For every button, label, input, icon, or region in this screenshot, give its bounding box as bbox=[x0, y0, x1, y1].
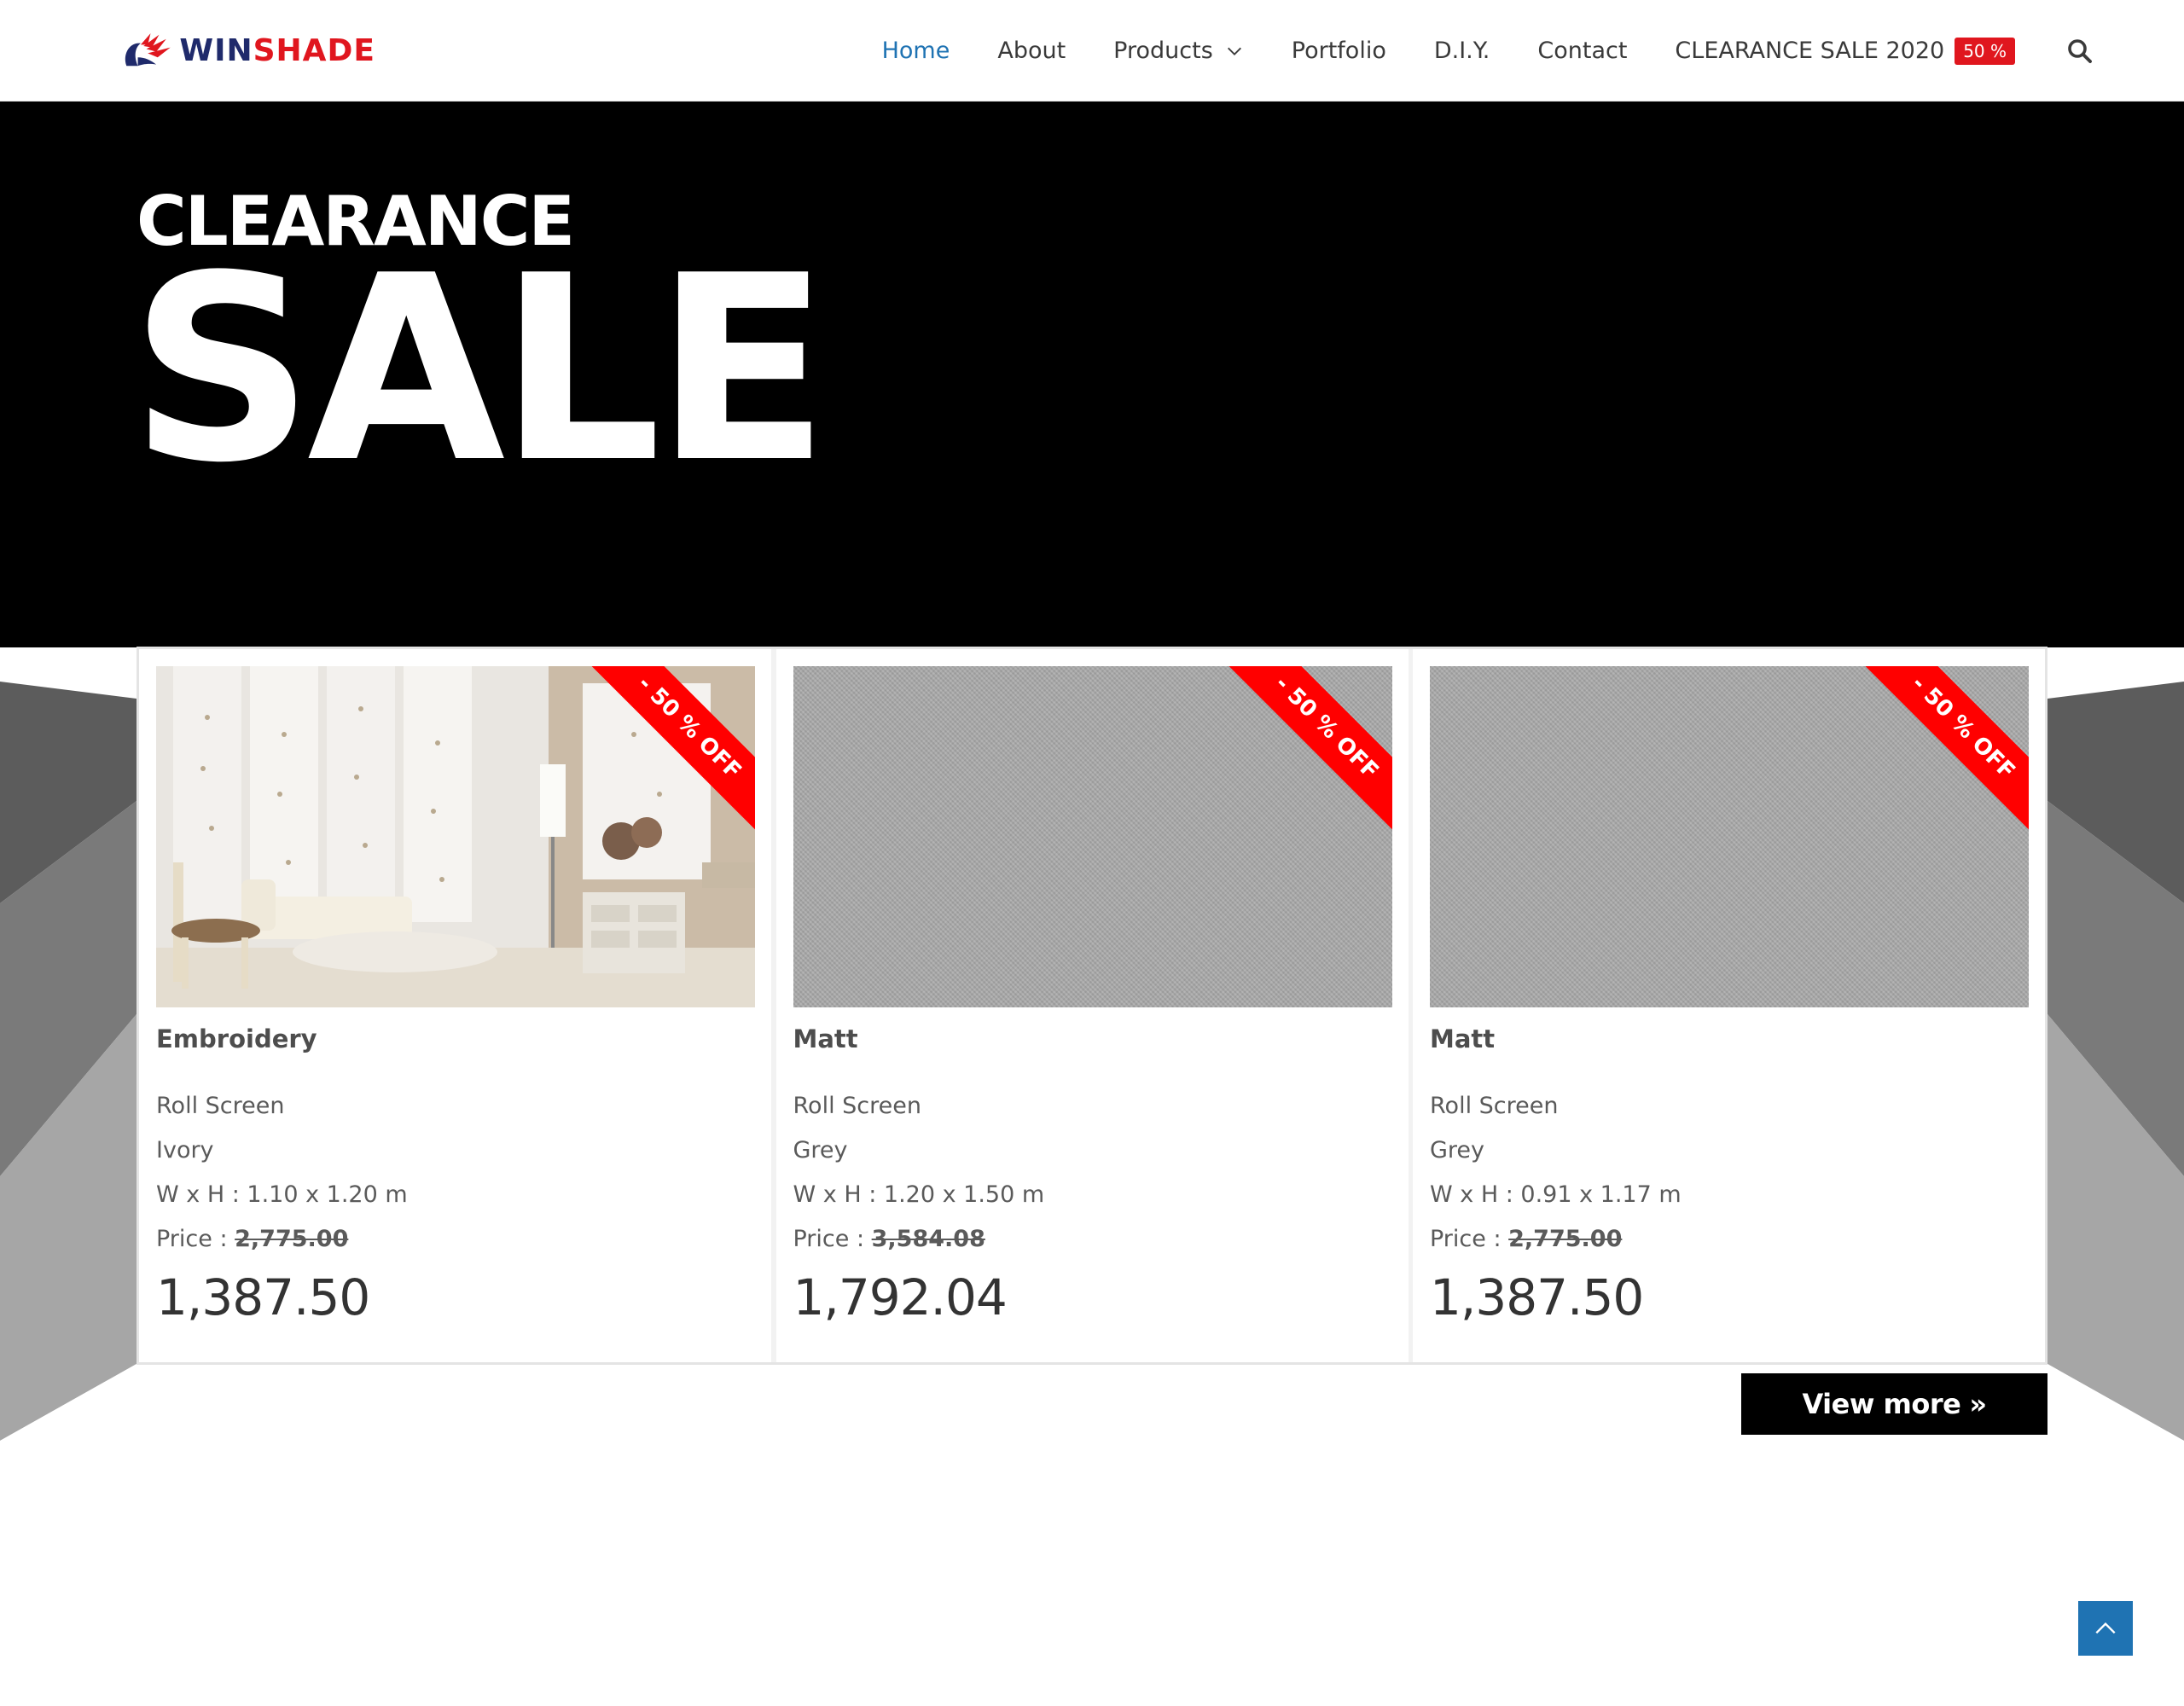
double-chevron-right-icon: » bbox=[1969, 1388, 1987, 1420]
scroll-to-top-button[interactable] bbox=[2078, 1601, 2133, 1656]
price-label: Price : bbox=[156, 1226, 235, 1252]
hero-heading-sale: SALE bbox=[130, 221, 829, 519]
site-logo[interactable]: WINSHADE bbox=[119, 20, 375, 80]
nav-item-label: About bbox=[997, 38, 1066, 64]
product-card[interactable]: - 50 % OFF Embroidery Roll Screen Ivory … bbox=[139, 649, 771, 1362]
product-image[interactable]: - 50 % OFF bbox=[793, 666, 1392, 1007]
logo-wordmark-shade: SHADE bbox=[253, 32, 375, 68]
product-image[interactable]: - 50 % OFF bbox=[1430, 666, 2029, 1007]
winshade-logo-icon bbox=[125, 33, 171, 67]
sale-badge: 50 % bbox=[1955, 37, 2015, 65]
product-title[interactable]: Matt bbox=[1430, 1024, 1495, 1053]
search-icon[interactable] bbox=[2065, 36, 2095, 67]
nav-item-label: D.I.Y. bbox=[1433, 38, 1490, 64]
nav-item-label: CLEARANCE SALE 2020 bbox=[1675, 38, 1945, 64]
product-type: Roll Screen bbox=[1430, 1093, 1559, 1119]
product-color: Grey bbox=[1430, 1137, 1485, 1163]
price-label: Price : bbox=[1430, 1226, 1509, 1252]
nav-item-label: Portfolio bbox=[1291, 38, 1386, 64]
product-price-row: Price : 2,775.00 bbox=[1430, 1226, 1622, 1252]
product-title[interactable]: Matt bbox=[793, 1024, 858, 1053]
product-card[interactable]: - 50 % OFF Matt Roll Screen Grey W x H :… bbox=[1413, 649, 2045, 1362]
old-price: 2,775.00 bbox=[235, 1226, 349, 1252]
chevron-down-icon bbox=[1227, 47, 1241, 55]
nav-item-products[interactable]: Products bbox=[1113, 38, 1244, 64]
site-header: WINSHADE Home About Products Portfolio D… bbox=[0, 0, 2184, 102]
old-price: 2,775.00 bbox=[1508, 1226, 1623, 1252]
product-size: W x H : 0.91 x 1.17 m bbox=[1430, 1181, 1682, 1208]
product-color: Ivory bbox=[156, 1137, 214, 1163]
nav-item-portfolio[interactable]: Portfolio bbox=[1292, 38, 1386, 64]
logo-wordmark-win: WIN bbox=[179, 32, 253, 68]
product-price-row: Price : 3,584.08 bbox=[793, 1226, 985, 1252]
product-type: Roll Screen bbox=[793, 1093, 921, 1119]
view-more-label: View more bbox=[1802, 1388, 1961, 1420]
product-type: Roll Screen bbox=[156, 1093, 285, 1119]
nav-item-label: Contact bbox=[1537, 38, 1628, 64]
sale-price: 1,387.50 bbox=[156, 1268, 370, 1326]
nav-item-label: Home bbox=[881, 38, 950, 64]
price-label: Price : bbox=[793, 1226, 872, 1252]
view-more-button[interactable]: View more » bbox=[1741, 1373, 2048, 1435]
product-size: W x H : 1.20 x 1.50 m bbox=[793, 1181, 1045, 1208]
product-card-row: - 50 % OFF Embroidery Roll Screen Ivory … bbox=[136, 647, 2048, 1365]
hero-banner: CLEARANCE SALE bbox=[0, 102, 2184, 647]
product-title[interactable]: Embroidery bbox=[156, 1024, 317, 1053]
sale-price: 1,792.04 bbox=[793, 1268, 1008, 1326]
chevron-up-icon bbox=[2095, 1622, 2116, 1634]
logo-wordmark: WINSHADE bbox=[179, 33, 375, 68]
product-size: W x H : 1.10 x 1.20 m bbox=[156, 1181, 408, 1208]
product-image[interactable]: - 50 % OFF bbox=[156, 666, 755, 1007]
nav-item-clearance-sale[interactable]: CLEARANCE SALE 2020 50 % bbox=[1675, 37, 2015, 65]
product-card[interactable]: - 50 % OFF Matt Roll Screen Grey W x H :… bbox=[775, 649, 1409, 1362]
nav-item-label: Products bbox=[1113, 38, 1213, 64]
nav-item-contact[interactable]: Contact bbox=[1537, 38, 1627, 64]
sale-price: 1,387.50 bbox=[1430, 1268, 1644, 1326]
product-price-row: Price : 2,775.00 bbox=[156, 1226, 348, 1252]
nav-item-diy[interactable]: D.I.Y. bbox=[1434, 38, 1490, 64]
nav-item-home[interactable]: Home bbox=[882, 38, 950, 64]
main-nav: Home About Products Portfolio D.I.Y. Con… bbox=[834, 0, 2184, 102]
old-price: 3,584.08 bbox=[871, 1226, 985, 1252]
product-color: Grey bbox=[793, 1137, 848, 1163]
nav-item-about[interactable]: About bbox=[997, 38, 1066, 64]
